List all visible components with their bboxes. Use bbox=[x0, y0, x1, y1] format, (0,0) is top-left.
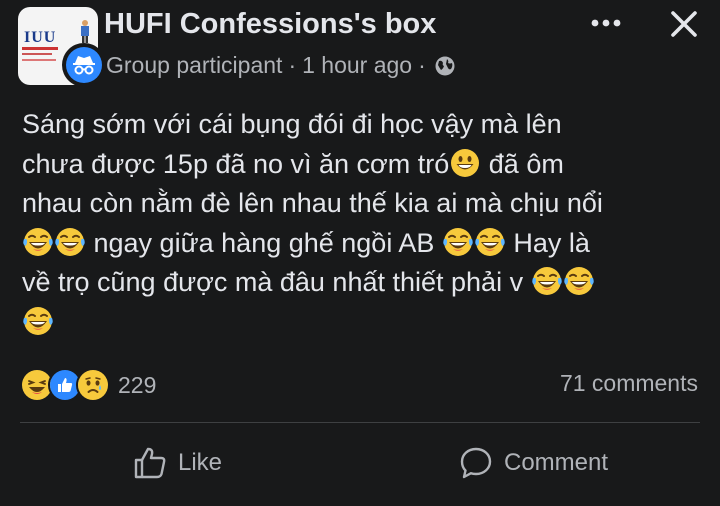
laughing-tears-emoji-icon bbox=[563, 267, 594, 295]
divider bbox=[20, 422, 700, 423]
post-body-line: chưa được 15p đã no vì ăn cơm tró đã ôm bbox=[22, 145, 702, 185]
post-body-line: ngay giữa hàng ghế ngồi AB Hay là bbox=[22, 224, 702, 264]
globe-icon[interactable] bbox=[434, 55, 456, 77]
post-body-text: về trọ cũng được mà đâu nhất thiết phải … bbox=[22, 267, 531, 297]
post-body-line bbox=[22, 303, 702, 343]
post-body-text: ngay giữa hàng ghế ngồi AB bbox=[86, 227, 442, 258]
comment-button[interactable]: Comment bbox=[458, 436, 608, 490]
meta-separator-2: · bbox=[418, 52, 426, 78]
laughing-tears-emoji-icon bbox=[531, 267, 562, 295]
group-avatar[interactable]: IUU bbox=[18, 7, 106, 87]
post-body-text: nhau còn nằm đè lên nhau thế kia ai mà c… bbox=[22, 188, 603, 218]
post-body: Sáng sớm với cái bụng đói đi học vậy mà … bbox=[22, 105, 702, 342]
sad-reaction-icon bbox=[76, 368, 110, 402]
laughing-tears-emoji-icon bbox=[23, 306, 53, 335]
post-body-text: chưa được 15p đã no vì ăn cơm tró bbox=[22, 148, 450, 179]
incognito-icon bbox=[73, 56, 95, 75]
close-button[interactable] bbox=[664, 4, 704, 44]
post-body-line: nhau còn nằm đè lên nhau thế kia ai mà c… bbox=[22, 184, 702, 224]
anonymous-participant-badge bbox=[62, 43, 106, 87]
comments-count-link[interactable]: 71 comments bbox=[560, 370, 698, 397]
author-role[interactable]: Group participant bbox=[106, 52, 282, 79]
post-card: IUU HUFI Confessions's box Group partici… bbox=[0, 0, 720, 506]
comment-bubble-icon bbox=[460, 447, 492, 479]
more-dots-icon bbox=[591, 19, 621, 27]
comment-label: Comment bbox=[504, 449, 609, 476]
meta-separator: · bbox=[288, 52, 297, 78]
reaction-count: 229 bbox=[118, 371, 157, 398]
post-meta: Group participant · 1 hour ago · bbox=[106, 52, 456, 79]
more-options-button[interactable] bbox=[588, 8, 624, 38]
post-body-text: Hay là bbox=[505, 227, 590, 258]
thumbs-up-icon bbox=[134, 447, 166, 479]
laughing-tears-emoji-icon bbox=[475, 227, 505, 256]
grinning-emoji-icon bbox=[451, 148, 480, 177]
like-button[interactable]: Like bbox=[132, 436, 222, 490]
group-name[interactable]: HUFI Confessions's box bbox=[104, 8, 436, 41]
post-actions-bar: Like Comment bbox=[0, 436, 720, 490]
laughing-tears-emoji-icon bbox=[55, 227, 85, 256]
close-icon bbox=[671, 11, 697, 37]
post-body-line: Sáng sớm với cái bụng đói đi học vậy mà … bbox=[22, 105, 702, 145]
post-body-text: Sáng sớm với cái bụng đói đi học vậy mà … bbox=[22, 109, 562, 139]
post-timestamp[interactable]: 1 hour ago bbox=[302, 52, 412, 79]
like-label: Like bbox=[178, 449, 223, 476]
post-body-line: về trọ cũng được mà đâu nhất thiết phải … bbox=[22, 263, 702, 303]
laughing-tears-emoji-icon bbox=[443, 227, 473, 256]
reactions-summary[interactable]: 229 bbox=[20, 368, 156, 402]
laughing-tears-emoji-icon bbox=[23, 227, 53, 256]
post-body-text: đã ôm bbox=[481, 148, 564, 179]
avatar-logo-text: IUU bbox=[24, 29, 57, 46]
